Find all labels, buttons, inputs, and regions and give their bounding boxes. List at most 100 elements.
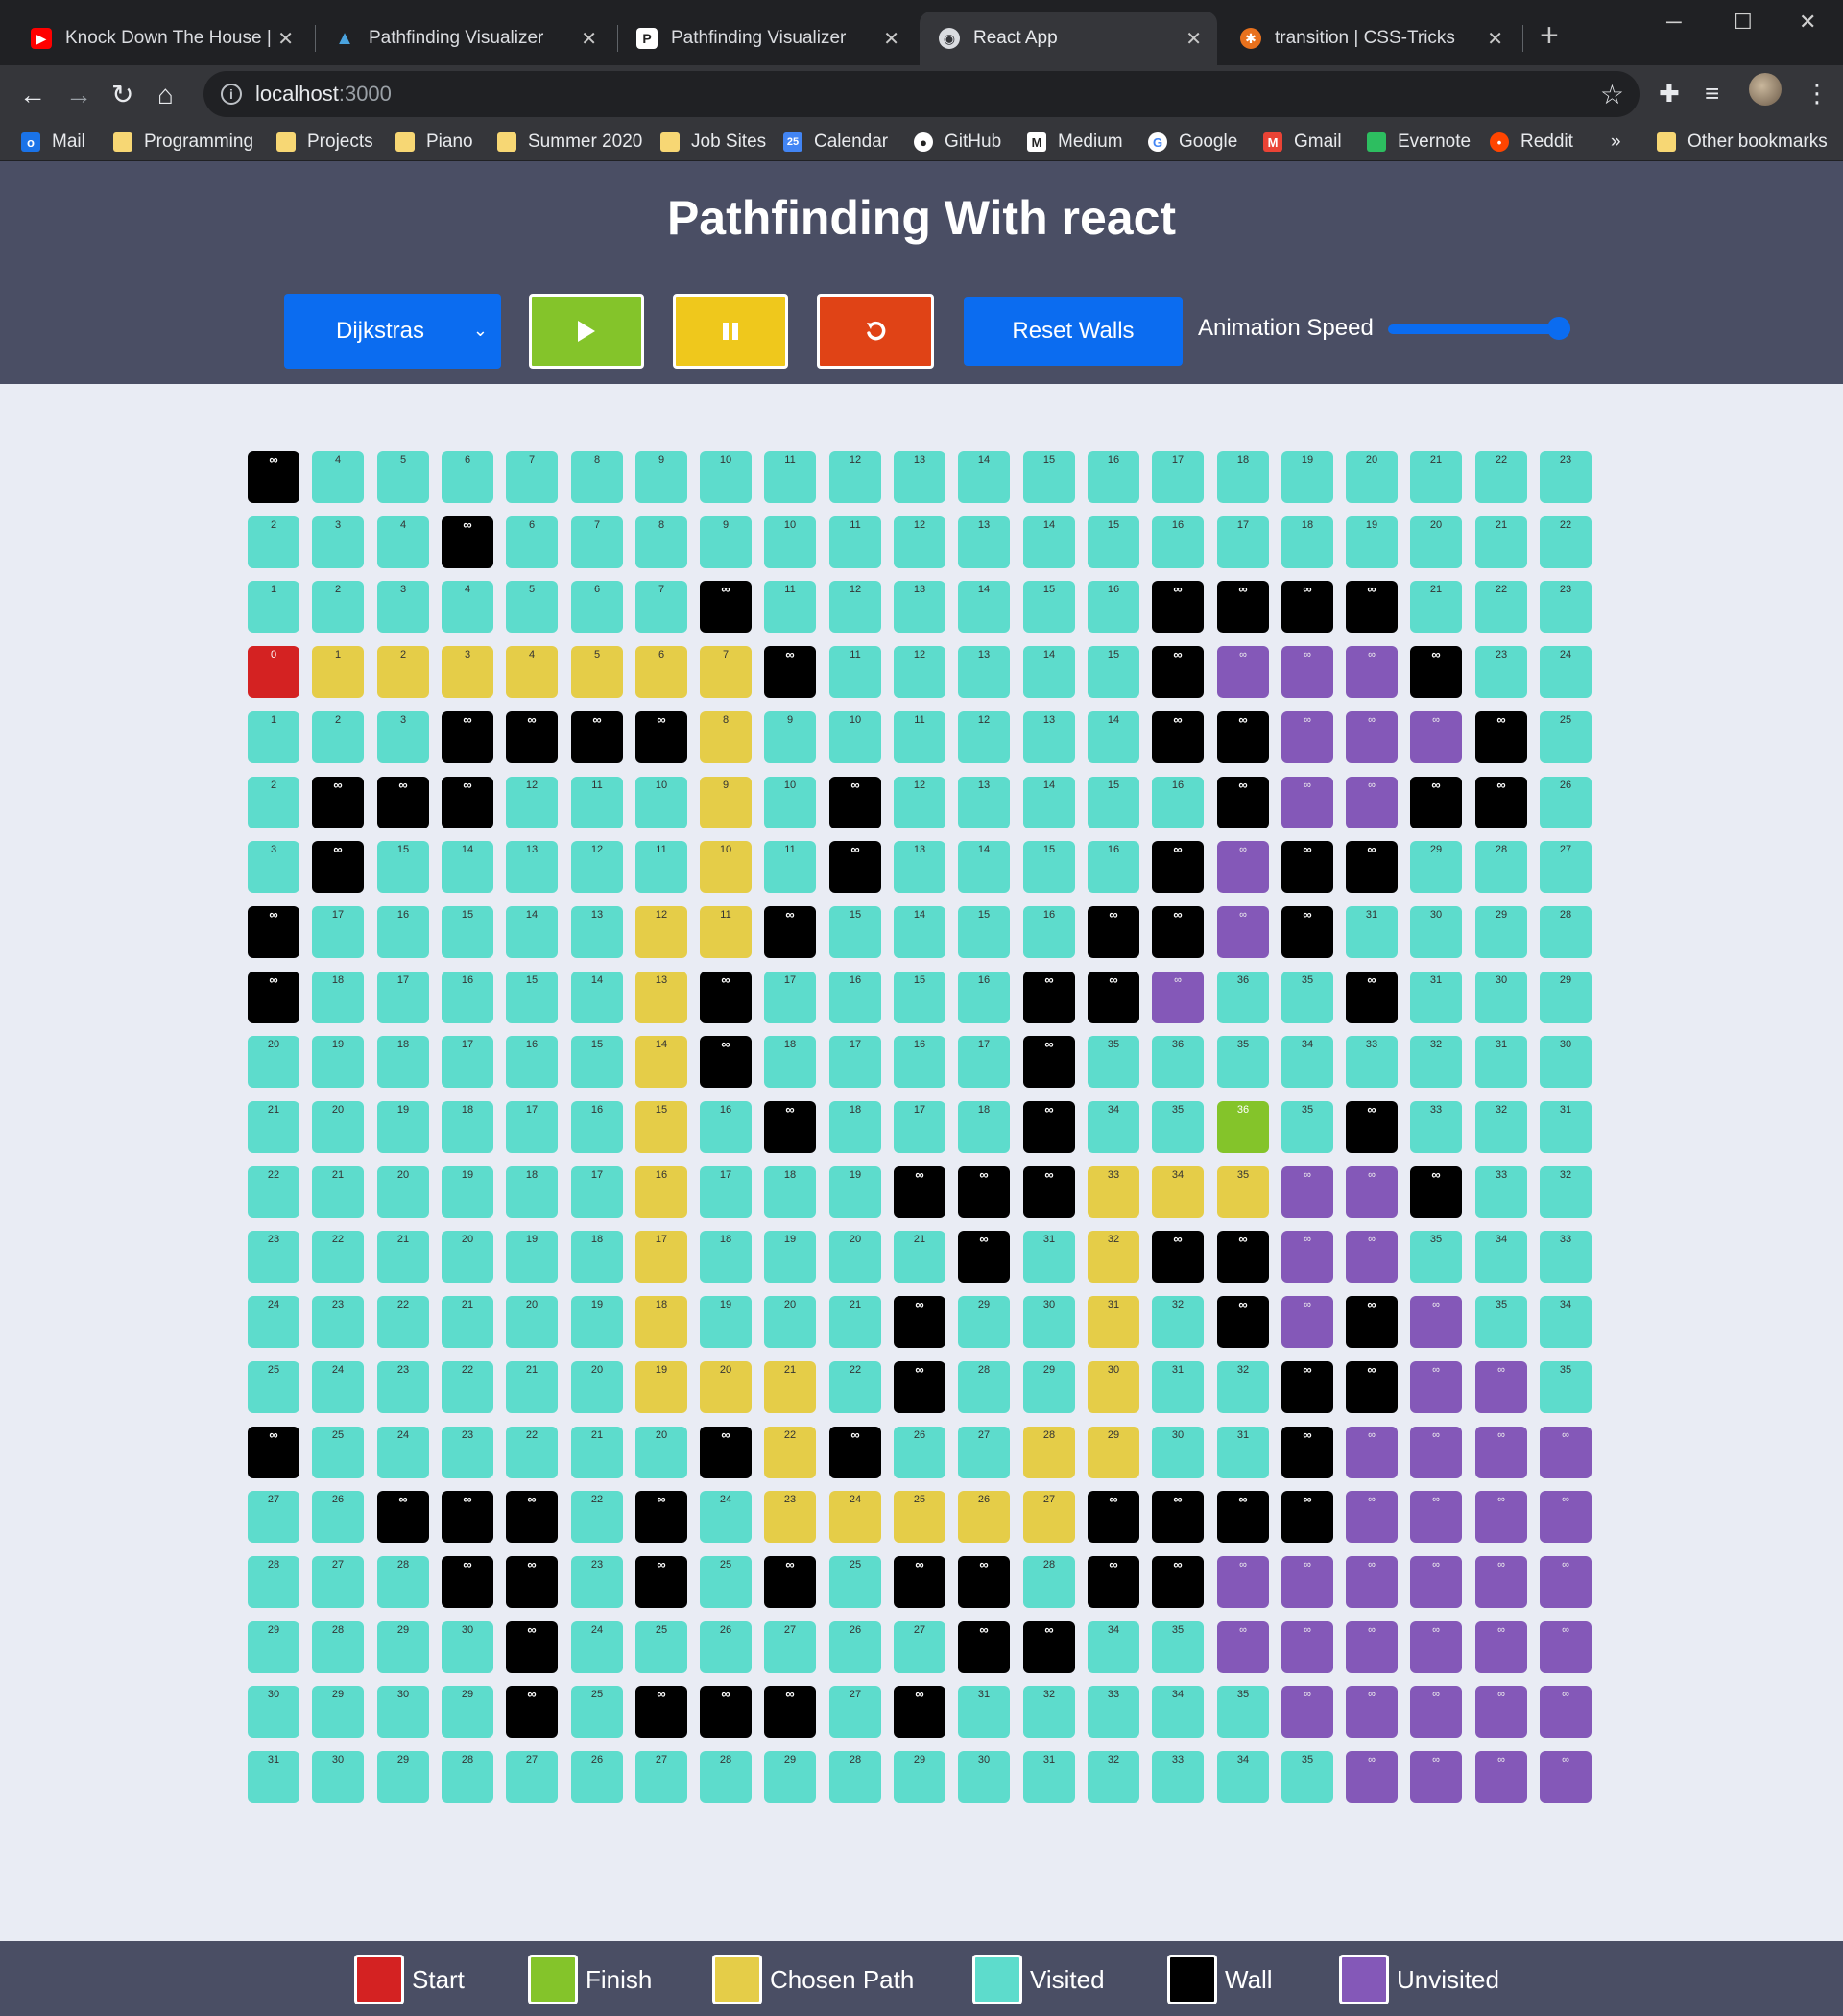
visited-cell[interactable]: 30 — [312, 1751, 364, 1803]
visited-cell[interactable]: 22 — [442, 1361, 493, 1413]
unvisited-cell[interactable]: ∞ — [1281, 1556, 1333, 1608]
visited-cell[interactable]: 14 — [506, 906, 558, 958]
visited-cell[interactable]: 13 — [958, 777, 1010, 828]
wall-cell[interactable]: ∞ — [958, 1621, 1010, 1673]
visited-cell[interactable]: 13 — [894, 841, 945, 893]
visited-cell[interactable]: 3 — [248, 841, 299, 893]
visited-cell[interactable]: 23 — [442, 1427, 493, 1478]
visited-cell[interactable]: 11 — [764, 841, 816, 893]
wall-cell[interactable]: ∞ — [1281, 1361, 1333, 1413]
unvisited-cell[interactable]: ∞ — [1346, 711, 1398, 763]
visited-cell[interactable]: 21 — [312, 1166, 364, 1218]
wall-cell[interactable]: ∞ — [700, 1686, 752, 1738]
wall-cell[interactable]: ∞ — [442, 1556, 493, 1608]
wall-cell[interactable]: ∞ — [1217, 777, 1269, 828]
visited-cell[interactable]: 15 — [894, 972, 945, 1023]
visited-cell[interactable]: 12 — [829, 451, 881, 503]
visited-cell[interactable]: 22 — [377, 1296, 429, 1348]
wall-cell[interactable]: ∞ — [1088, 1556, 1139, 1608]
path-cell[interactable]: 24 — [829, 1491, 881, 1543]
wall-cell[interactable]: ∞ — [700, 581, 752, 633]
visited-cell[interactable]: 16 — [700, 1101, 752, 1153]
close-icon[interactable]: ✕ — [1487, 27, 1503, 51]
path-cell[interactable]: 7 — [700, 646, 752, 698]
visited-cell[interactable]: 28 — [829, 1751, 881, 1803]
browser-tab[interactable]: ✱ transition | CSS-Tricks ✕ — [1221, 12, 1519, 65]
visited-cell[interactable]: 29 — [442, 1686, 493, 1738]
wall-cell[interactable]: ∞ — [1410, 777, 1462, 828]
visited-cell[interactable]: 16 — [1088, 451, 1139, 503]
visited-cell[interactable]: 28 — [248, 1556, 299, 1608]
visited-cell[interactable]: 2 — [312, 581, 364, 633]
visited-cell[interactable]: 7 — [506, 451, 558, 503]
visited-cell[interactable]: 28 — [700, 1751, 752, 1803]
wall-cell[interactable]: ∞ — [1088, 1491, 1139, 1543]
visited-cell[interactable]: 20 — [312, 1101, 364, 1153]
visited-cell[interactable]: 34 — [1152, 1686, 1204, 1738]
visited-cell[interactable]: 15 — [442, 906, 493, 958]
unvisited-cell[interactable]: ∞ — [1217, 1621, 1269, 1673]
visited-cell[interactable]: 31 — [958, 1686, 1010, 1738]
unvisited-cell[interactable]: ∞ — [1410, 711, 1462, 763]
bookmark-star-icon[interactable]: ☆ — [1600, 79, 1624, 110]
visited-cell[interactable]: 26 — [571, 1751, 623, 1803]
visited-cell[interactable]: 32 — [1475, 1101, 1527, 1153]
address-bar[interactable]: i localhost:3000 ☆ — [203, 71, 1640, 117]
visited-cell[interactable]: 34 — [1475, 1231, 1527, 1283]
visited-cell[interactable]: 27 — [635, 1751, 687, 1803]
visited-cell[interactable]: 22 — [1475, 581, 1527, 633]
visited-cell[interactable]: 18 — [377, 1036, 429, 1088]
bookmark-evernote[interactable]: Evernote — [1367, 129, 1471, 156]
wall-cell[interactable]: ∞ — [1088, 972, 1139, 1023]
visited-cell[interactable]: 28 — [1475, 841, 1527, 893]
wall-cell[interactable]: ∞ — [1281, 581, 1333, 633]
visited-cell[interactable]: 11 — [635, 841, 687, 893]
visited-cell[interactable]: 11 — [571, 777, 623, 828]
wall-cell[interactable]: ∞ — [700, 1036, 752, 1088]
visited-cell[interactable]: 15 — [1088, 646, 1139, 698]
visited-cell[interactable]: 31 — [1346, 906, 1398, 958]
visited-cell[interactable]: 29 — [1023, 1361, 1075, 1413]
visited-cell[interactable]: 1 — [248, 581, 299, 633]
reload-icon[interactable]: ↻ — [111, 79, 133, 111]
visited-cell[interactable]: 26 — [312, 1491, 364, 1543]
unvisited-cell[interactable]: ∞ — [1217, 906, 1269, 958]
wall-cell[interactable]: ∞ — [958, 1231, 1010, 1283]
visited-cell[interactable]: 3 — [377, 581, 429, 633]
wall-cell[interactable]: ∞ — [248, 972, 299, 1023]
visited-cell[interactable]: 10 — [700, 451, 752, 503]
wall-cell[interactable]: ∞ — [1410, 1166, 1462, 1218]
wall-cell[interactable]: ∞ — [764, 1686, 816, 1738]
wall-cell[interactable]: ∞ — [1475, 711, 1527, 763]
unvisited-cell[interactable]: ∞ — [1410, 1427, 1462, 1478]
visited-cell[interactable]: 15 — [1088, 777, 1139, 828]
path-cell[interactable]: 35 — [1217, 1166, 1269, 1218]
unvisited-cell[interactable]: ∞ — [1346, 1751, 1398, 1803]
visited-cell[interactable]: 4 — [442, 581, 493, 633]
visited-cell[interactable]: 12 — [506, 777, 558, 828]
visited-cell[interactable]: 31 — [1540, 1101, 1592, 1153]
visited-cell[interactable]: 18 — [1217, 451, 1269, 503]
wall-cell[interactable]: ∞ — [248, 451, 299, 503]
close-icon[interactable]: ✕ — [883, 27, 899, 51]
wall-cell[interactable]: ∞ — [442, 1491, 493, 1543]
visited-cell[interactable]: 33 — [1088, 1686, 1139, 1738]
wall-cell[interactable]: ∞ — [1023, 1101, 1075, 1153]
unvisited-cell[interactable]: ∞ — [1475, 1427, 1527, 1478]
visited-cell[interactable]: 14 — [958, 841, 1010, 893]
visited-cell[interactable]: 14 — [1023, 777, 1075, 828]
unvisited-cell[interactable]: ∞ — [1410, 1296, 1462, 1348]
visited-cell[interactable]: 10 — [829, 711, 881, 763]
visited-cell[interactable]: 9 — [700, 516, 752, 568]
visited-cell[interactable]: 35 — [1540, 1361, 1592, 1413]
visited-cell[interactable]: 5 — [506, 581, 558, 633]
unvisited-cell[interactable]: ∞ — [1540, 1751, 1592, 1803]
visited-cell[interactable]: 36 — [1217, 972, 1269, 1023]
visited-cell[interactable]: 4 — [377, 516, 429, 568]
visited-cell[interactable]: 14 — [571, 972, 623, 1023]
path-cell[interactable]: 22 — [764, 1427, 816, 1478]
visited-cell[interactable]: 24 — [1540, 646, 1592, 698]
visited-cell[interactable]: 19 — [312, 1036, 364, 1088]
visited-cell[interactable]: 27 — [1540, 841, 1592, 893]
wall-cell[interactable]: ∞ — [1217, 1296, 1269, 1348]
